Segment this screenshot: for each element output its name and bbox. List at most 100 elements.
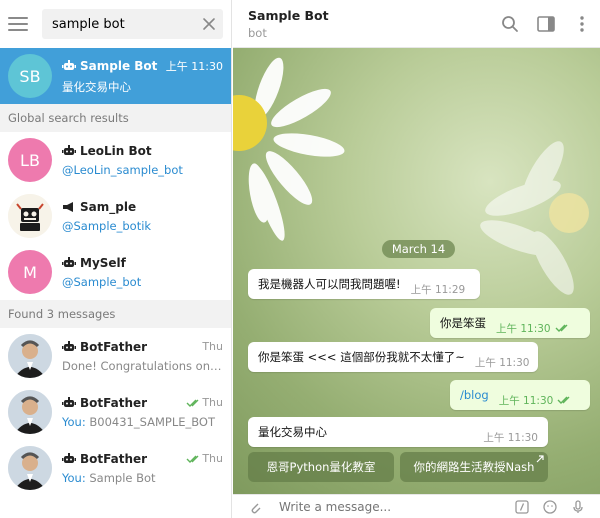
chat-username: @LeoLin_sample_bot	[62, 162, 183, 177]
botfather-avatar-icon	[8, 446, 52, 490]
found-message-item[interactable]: BotFather Thu Done! Congratulations on y…	[0, 328, 231, 384]
avatar: SB	[8, 54, 52, 98]
message-bubble-incoming[interactable]: 你是笨蛋 <<< 這個部份我就不太懂了~ 上午 11:30	[248, 342, 538, 372]
found-message-item[interactable]: BotFather Thu You: Sample Bot	[0, 440, 231, 496]
found-message-item[interactable]: BotFather Thu You: B00431_SAMPLE_BOT	[0, 384, 231, 440]
bot-icon	[62, 396, 76, 407]
microphone-icon	[573, 499, 583, 513]
bot-icon	[62, 256, 76, 267]
message-time-text: 上午 11:30	[498, 394, 554, 407]
message-time: 上午 11:30	[499, 393, 574, 408]
chat-time: Thu	[186, 396, 223, 409]
message-time: 上午 11:30	[483, 431, 538, 444]
external-link-arrow-icon	[536, 455, 544, 463]
avatar	[8, 446, 52, 490]
botfather-avatar-icon	[8, 334, 52, 378]
search-input[interactable]	[52, 16, 201, 32]
voice-button[interactable]	[564, 499, 592, 514]
keyboard-button-label: 恩哥Python量化教室	[266, 460, 376, 474]
found-messages-header: Found 3 messages	[0, 300, 231, 328]
global-result-myself[interactable]: M MySelf @Sample_bot	[0, 244, 231, 300]
peer-info[interactable]: Sample Bot bot	[248, 8, 492, 40]
inline-keyboard-button[interactable]: 恩哥Python量化教室	[248, 452, 394, 482]
sidebar-toggle-button[interactable]	[528, 0, 564, 48]
bot-icon	[62, 340, 76, 351]
message-area[interactable]: March 14 我是機器人可以問我問題喔! 上午 11:29 你是笨蛋 上午 …	[233, 48, 600, 494]
chat-time: 上午 11:30	[165, 59, 223, 73]
search-box[interactable]	[42, 9, 223, 39]
chat-name: MySelf	[80, 255, 126, 270]
chat-preview: Done! Congratulations on your new bot.	[62, 358, 223, 373]
chat-name: Sample Bot	[80, 58, 158, 73]
conversation-panel: Sample Bot bot March 14 我是機器人可以問我問題喔! 上午…	[233, 0, 600, 518]
chat-name: BotFather	[80, 451, 148, 466]
chat-time-text: Thu	[202, 452, 223, 465]
more-options-button[interactable]	[564, 0, 600, 48]
message-composer	[233, 494, 600, 518]
chat-preview-text: Sample Bot	[89, 470, 156, 485]
chat-name-row: BotFather	[62, 396, 147, 410]
you-prefix: You:	[62, 414, 86, 429]
double-check-icon	[186, 455, 199, 463]
chat-name-row: LeoLin Bot	[62, 144, 152, 158]
global-result-sam-ple[interactable]: Sam_ple @Sample_botik	[0, 188, 231, 244]
sidebar-icon	[537, 15, 555, 32]
message-text: 我是機器人可以問我問題喔!	[258, 277, 401, 291]
peer-status: bot	[248, 25, 267, 40]
avatar	[8, 334, 52, 378]
peer-name: Sample Bot	[248, 7, 329, 23]
chat-name: LeoLin Bot	[80, 143, 152, 158]
menu-icon[interactable]	[8, 17, 28, 31]
message-text: 量化交易中心	[258, 425, 327, 439]
message-text: 你是笨蛋	[440, 316, 486, 330]
bot-commands-button[interactable]	[508, 499, 536, 514]
message-bubble-incoming[interactable]: 我是機器人可以問我問題喔! 上午 11:29	[248, 269, 480, 299]
you-prefix: You:	[62, 470, 86, 485]
global-result-leolin-bot[interactable]: LB LeoLin Bot @LeoLin_sample_bot	[0, 132, 231, 188]
emoji-button[interactable]	[536, 499, 564, 514]
attach-button[interactable]	[241, 500, 269, 514]
slash-command-icon	[515, 499, 529, 514]
message-bubble-outgoing[interactable]: /blog 上午 11:30	[450, 380, 590, 410]
chat-name: Sam_ple	[80, 199, 137, 214]
megaphone-icon	[63, 201, 73, 212]
double-check-icon	[557, 396, 570, 404]
message-bubble-outgoing[interactable]: 你是笨蛋 上午 11:30	[430, 308, 590, 338]
keyboard-button-label: 你的網路生活教授Nash	[413, 460, 535, 474]
robot-avatar-icon	[8, 194, 52, 238]
chat-preview-text: B00431_SAMPLE_BOT	[89, 414, 216, 429]
chat-username: @Sample_bot	[62, 274, 142, 289]
inline-keyboard-button[interactable]: 你的網路生活教授Nash	[400, 452, 548, 482]
chat-name: BotFather	[80, 339, 148, 354]
chat-preview: 量化交易中心	[62, 79, 131, 94]
close-icon[interactable]	[201, 16, 217, 32]
bot-command-link[interactable]: /blog	[460, 388, 489, 402]
botfather-avatar-icon	[8, 390, 52, 434]
avatar	[8, 194, 52, 238]
smile-icon	[543, 499, 557, 514]
search-icon	[502, 15, 518, 32]
chat-preview: You: Sample Bot	[62, 471, 223, 485]
bot-icon	[62, 144, 76, 155]
avatar: M	[8, 250, 52, 294]
message-time-text: 上午 11:30	[496, 322, 551, 335]
message-text: 你是笨蛋 <<< 這個部份我就不太懂了~	[258, 350, 465, 364]
chat-time: Thu	[186, 452, 223, 465]
bot-icon	[62, 59, 76, 70]
double-check-icon	[186, 399, 199, 407]
chat-preview: You: B00431_SAMPLE_BOT	[62, 415, 223, 429]
left-topbar	[0, 0, 231, 48]
message-time: 上午 11:30	[474, 356, 530, 369]
chat-username: @Sample_botik	[62, 218, 152, 233]
bot-icon	[62, 452, 76, 463]
message-input[interactable]	[279, 499, 508, 514]
message-time: 上午 11:30	[496, 321, 571, 336]
message-time: 上午 11:29	[410, 283, 466, 296]
search-button[interactable]	[492, 0, 528, 48]
double-check-icon	[555, 324, 568, 332]
message-bubble-incoming[interactable]: 量化交易中心 上午 11:30	[248, 417, 548, 447]
chat-item-sample-bot[interactable]: SB Sample Bot 上午 11:30 量化交易中心	[0, 48, 231, 104]
chat-name-row: MySelf	[62, 256, 126, 270]
more-vertical-icon	[580, 15, 584, 32]
chat-name: BotFather	[80, 395, 148, 410]
